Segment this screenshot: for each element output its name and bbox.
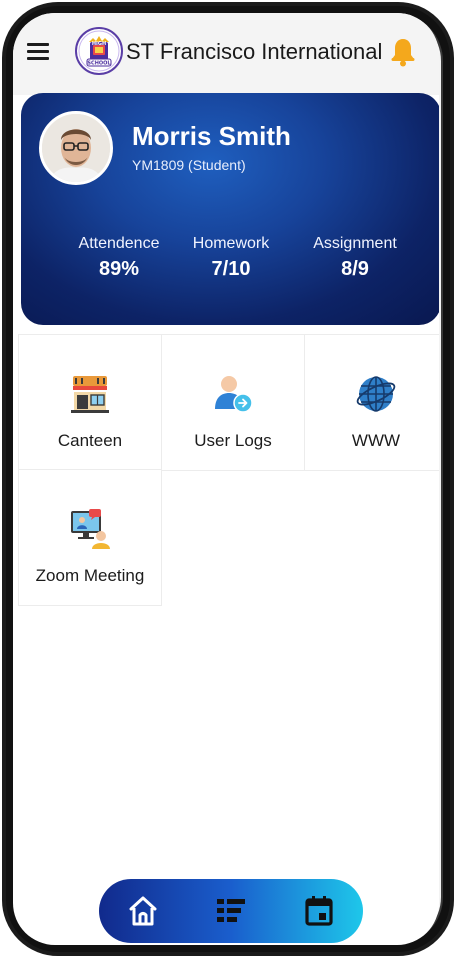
stat-value: 8/9 [341, 258, 369, 280]
student-id: YM1809 (Student) [132, 157, 246, 173]
tile-label: Zoom Meeting [35, 566, 145, 585]
zoom-meeting-icon [69, 508, 111, 550]
top-app-bar: HIGH SCHOOL ST Francisco International [13, 13, 439, 95]
tile-label: WWW [351, 431, 401, 450]
stat-attendance: Attendence 89% [59, 235, 179, 281]
home-icon[interactable] [125, 893, 161, 929]
svg-text:SCHOOL: SCHOOL [87, 61, 111, 67]
notification-bell-icon[interactable] [390, 37, 416, 67]
canteen-icon [69, 373, 111, 415]
svg-text:HIGH: HIGH [92, 41, 106, 47]
app-title: ST Francisco International [126, 39, 383, 64]
tile-zoom-meeting[interactable]: Zoom Meeting [19, 470, 161, 605]
avatar [39, 111, 113, 185]
school-logo: HIGH SCHOOL [75, 27, 123, 75]
school-crest-icon: HIGH SCHOOL [78, 30, 120, 72]
calendar-icon[interactable] [301, 893, 337, 929]
tile-www[interactable]: WWW [305, 335, 439, 470]
hamburger-menu-icon[interactable] [27, 43, 49, 61]
stat-label: Homework [192, 235, 270, 252]
stat-label: Attendence [78, 235, 160, 252]
tile-label: Canteen [57, 431, 123, 450]
user-logs-icon [212, 373, 254, 415]
stat-label: Assignment [313, 235, 397, 252]
globe-icon [355, 373, 397, 415]
stat-value: 89% [98, 258, 140, 280]
list-icon[interactable] [213, 893, 249, 929]
app-screen: HIGH SCHOOL ST Francisco International M… [13, 13, 439, 945]
stat-homework: Homework 7/10 [171, 235, 291, 281]
student-name: Morris Smith [132, 121, 291, 151]
tile-label: User Logs [194, 431, 272, 450]
tile-user-logs[interactable]: User Logs [162, 335, 304, 470]
student-profile-card: Morris Smith YM1809 (Student) Attendence… [21, 93, 439, 325]
tile-canteen[interactable]: Canteen [19, 335, 161, 470]
bottom-navigation-bar [99, 879, 363, 943]
stat-value: 7/10 [211, 258, 251, 280]
stat-assignment: Assignment 8/9 [295, 235, 415, 281]
phone-frame: HIGH SCHOOL ST Francisco International M… [0, 0, 464, 966]
